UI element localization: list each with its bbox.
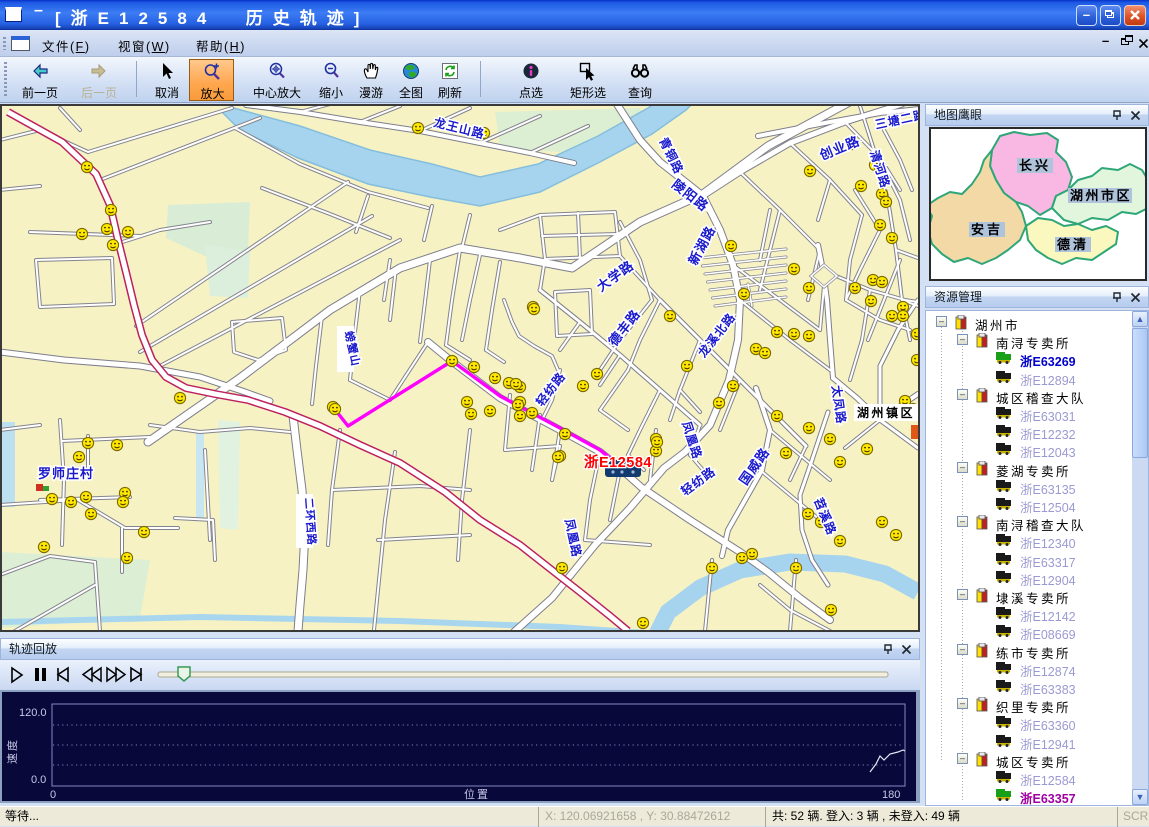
svg-text:德清: 德清 bbox=[1057, 237, 1089, 252]
svg-text:180: 180 bbox=[882, 789, 900, 801]
svg-text:浙E12584: 浙E12584 bbox=[584, 453, 652, 471]
svg-text:0.0: 0.0 bbox=[31, 774, 46, 786]
svg-text:湖州镇区: 湖州镇区 bbox=[857, 405, 915, 420]
svg-text:长兴: 长兴 bbox=[1019, 158, 1051, 173]
svg-text:位置: 位置 bbox=[464, 787, 490, 801]
svg-text:速度: 速度 bbox=[5, 738, 19, 764]
svg-text:湖州市区: 湖州市区 bbox=[1070, 188, 1132, 203]
svg-text:安吉: 安吉 bbox=[971, 222, 1003, 237]
svg-text:罗师庄村: 罗师庄村 bbox=[38, 466, 94, 481]
svg-text:0: 0 bbox=[50, 789, 56, 801]
svg-text:120.0: 120.0 bbox=[19, 707, 47, 719]
